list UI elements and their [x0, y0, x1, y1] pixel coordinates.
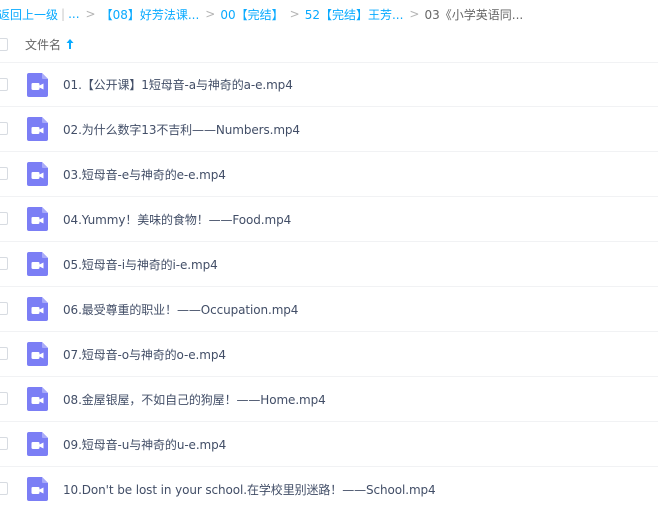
file-name[interactable]: 01.【公开课】1短母音-a与神奇的a-e.mp4 [63, 76, 293, 93]
video-file-icon [27, 297, 48, 321]
row-checkbox[interactable] [0, 122, 8, 135]
sort-ascending-icon[interactable] [66, 38, 74, 50]
video-file-icon [27, 387, 48, 411]
row-checkbox[interactable] [0, 302, 8, 315]
row-checkbox[interactable] [0, 482, 8, 495]
breadcrumb-current: 03《小学英语同... [424, 7, 524, 22]
video-file-icon [27, 162, 48, 186]
file-row[interactable]: 10.Don't be lost in your school.在学校里别迷路！… [0, 467, 658, 505]
video-file-icon [27, 342, 48, 366]
video-file-icon [27, 73, 48, 97]
file-row[interactable]: 06.最受尊重的职业！——Occupation.mp4 [0, 287, 658, 332]
row-checkbox[interactable] [0, 167, 8, 180]
list-header: 文件名 [0, 30, 658, 58]
breadcrumb-ellipsis[interactable]: ... [68, 7, 79, 21]
breadcrumb-arrow: > [85, 7, 96, 21]
video-file-icon [27, 252, 48, 276]
file-name[interactable]: 07.短母音-o与神奇的o-e.mp4 [63, 346, 226, 363]
file-row[interactable]: 01.【公开课】1短母音-a与神奇的a-e.mp4 [0, 62, 658, 107]
file-row[interactable]: 04.Yummy！美味的食物！——Food.mp4 [0, 197, 658, 242]
breadcrumb-item-3[interactable]: 52【完结】王芳... [305, 6, 404, 23]
file-list: 01.【公开课】1短母音-a与神奇的a-e.mp4 02.为什么数字13不吉利——… [0, 62, 658, 505]
file-row[interactable]: 09.短母音-u与神奇的u-e.mp4 [0, 422, 658, 467]
breadcrumb-arrow: > [289, 7, 300, 21]
file-name[interactable]: 08.金屋银屋，不如自己的狗屋！——Home.mp4 [63, 391, 326, 408]
select-all-checkbox[interactable] [0, 38, 8, 51]
file-row[interactable]: 08.金屋银屋，不如自己的狗屋！——Home.mp4 [0, 377, 658, 422]
file-row[interactable]: 03.短母音-e与神奇的e-e.mp4 [0, 152, 658, 197]
file-row[interactable]: 02.为什么数字13不吉利——Numbers.mp4 [0, 107, 658, 152]
row-checkbox[interactable] [0, 392, 8, 405]
file-name[interactable]: 09.短母音-u与神奇的u-e.mp4 [63, 436, 226, 453]
row-checkbox[interactable] [0, 437, 8, 450]
file-name[interactable]: 10.Don't be lost in your school.在学校里别迷路！… [63, 481, 436, 498]
row-checkbox[interactable] [0, 347, 8, 360]
row-checkbox[interactable] [0, 257, 8, 270]
file-name[interactable]: 03.短母音-e与神奇的e-e.mp4 [63, 166, 226, 183]
video-file-icon [27, 432, 48, 456]
breadcrumb-item-2[interactable]: 00【完结】 [220, 6, 283, 23]
file-name[interactable]: 04.Yummy！美味的食物！——Food.mp4 [63, 211, 291, 228]
breadcrumb-separator: | [61, 7, 66, 21]
row-checkbox[interactable] [0, 212, 8, 225]
file-name[interactable]: 02.为什么数字13不吉利——Numbers.mp4 [63, 121, 300, 138]
row-checkbox[interactable] [0, 78, 8, 91]
file-row[interactable]: 07.短母音-o与神奇的o-e.mp4 [0, 332, 658, 377]
filename-column-header[interactable]: 文件名 [25, 36, 61, 53]
breadcrumb-item-1[interactable]: 【08】好芳法课... [101, 6, 200, 23]
file-name[interactable]: 05.短母音-i与神奇的i-e.mp4 [63, 256, 218, 273]
back-link[interactable]: 返回上一级 [0, 6, 58, 23]
file-name[interactable]: 06.最受尊重的职业！——Occupation.mp4 [63, 301, 298, 318]
file-row[interactable]: 05.短母音-i与神奇的i-e.mp4 [0, 242, 658, 287]
video-file-icon [27, 207, 48, 231]
video-file-icon [27, 477, 48, 501]
file-browser: 返回上一级 | ... > 【08】好芳法课... > 00【完结】 > 52【… [0, 0, 658, 505]
breadcrumb-arrow: > [409, 7, 420, 21]
breadcrumb-arrow: > [205, 7, 216, 21]
breadcrumb: 返回上一级 | ... > 【08】好芳法课... > 00【完结】 > 52【… [0, 0, 658, 28]
video-file-icon [27, 117, 48, 141]
